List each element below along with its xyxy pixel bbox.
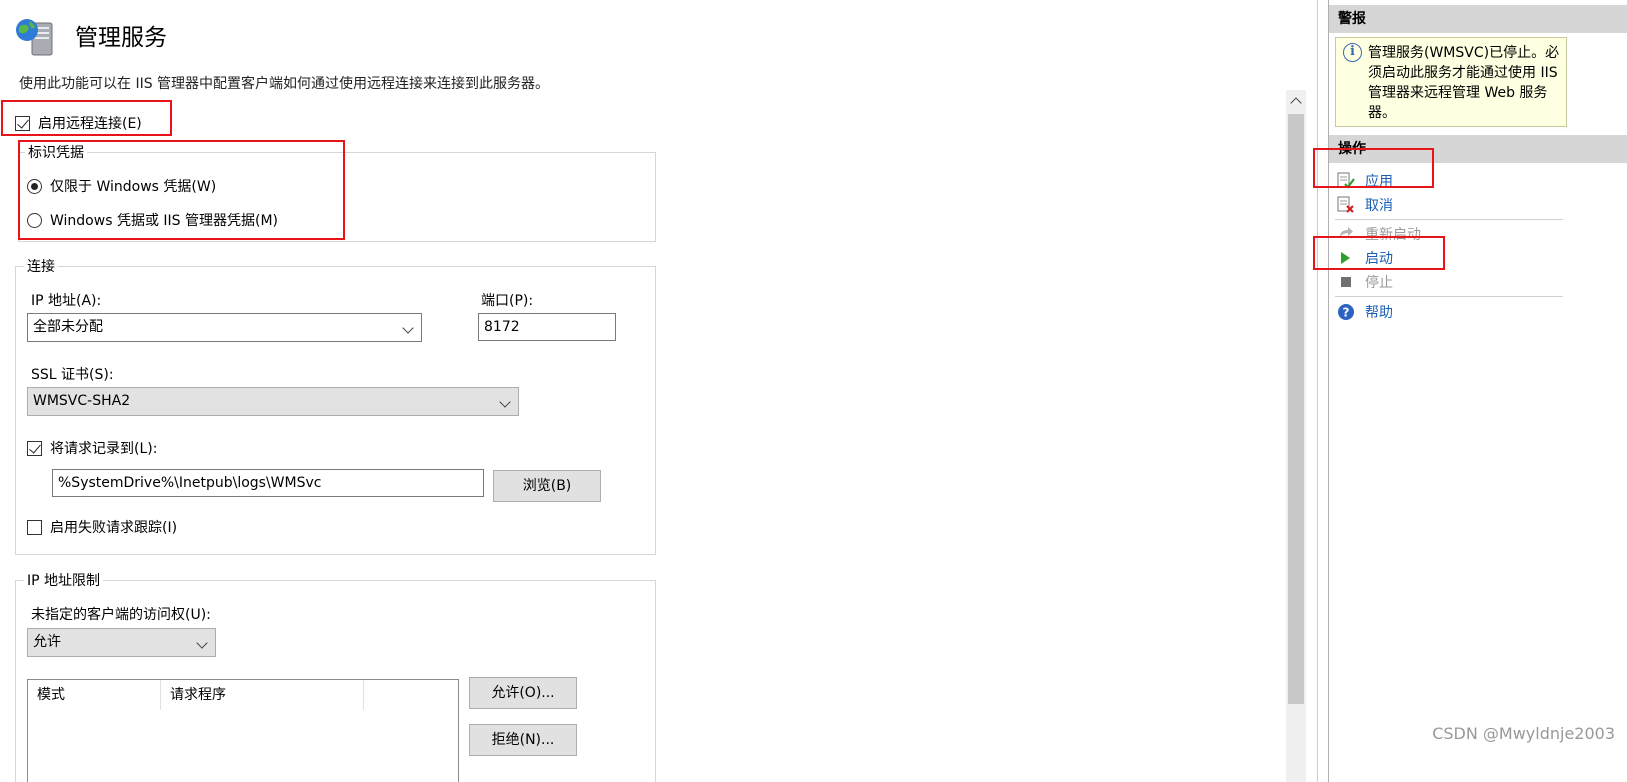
chevron-down-icon (499, 396, 511, 408)
actions-panel: 警报 i 管理服务(WMSVC)已停止。必须启动此服务才能通过使用 IIS 管理… (1328, 0, 1627, 782)
action-cancel[interactable]: 取消 (1337, 194, 1393, 216)
ip-restriction-legend: IP 地址限制 (24, 570, 104, 590)
action-help[interactable]: ? 帮助 (1337, 301, 1393, 323)
restart-icon (1340, 227, 1353, 237)
separator (1335, 296, 1563, 297)
ssl-cert-label: SSL 证书(S): (31, 367, 114, 383)
radio-windows-or-iis-label: Windows 凭据或 IIS 管理器凭据(M) (50, 213, 278, 229)
action-restart-label: 重新启动 (1365, 227, 1421, 243)
action-apply-label: 应用 (1365, 174, 1393, 190)
svg-text:?: ? (1343, 306, 1350, 320)
stop-icon (1341, 277, 1351, 287)
ssl-cert-value: WMSVC-SHA2 (33, 393, 131, 409)
ip-address-select[interactable]: 全部未分配 (27, 313, 422, 342)
action-restart[interactable]: 重新启动 (1337, 223, 1421, 245)
action-start-label: 启动 (1365, 251, 1393, 267)
ssl-cert-select[interactable]: WMSVC-SHA2 (27, 387, 519, 416)
allow-button[interactable]: 允许(O)... (469, 677, 577, 709)
failed-trace-checkbox[interactable] (27, 519, 42, 535)
access-label: 未指定的客户端的访问权(U): (31, 607, 211, 623)
log-path-input[interactable]: %SystemDrive%\Inetpub\logs\WMSvc (52, 469, 484, 497)
cancel-icon (1337, 196, 1354, 213)
separator (1335, 219, 1563, 220)
help-icon: ? (1338, 304, 1354, 320)
main-content: 管理服务 使用此功能可以在 IIS 管理器中配置客户端如何通过使用远程连接来连接… (0, 0, 1318, 782)
chevron-down-icon (196, 637, 208, 649)
enable-remote-checkbox-row[interactable]: 启用远程连接(E) (15, 113, 142, 133)
deny-button[interactable]: 拒绝(N)... (469, 724, 577, 756)
server-globe-icon (16, 19, 53, 56)
browse-button[interactable]: 浏览(B) (493, 470, 601, 502)
column-header-mode[interactable]: 模式 (28, 680, 161, 710)
radio-windows-only[interactable]: 仅限于 Windows 凭据(W) (27, 176, 216, 196)
apply-icon (1337, 172, 1355, 189)
action-stop[interactable]: 停止 (1337, 271, 1393, 293)
access-value: 允许 (33, 634, 61, 650)
alert-box: i 管理服务(WMSVC)已停止。必须启动此服务才能通过使用 IIS 管理器来远… (1335, 37, 1567, 127)
enable-remote-checkbox[interactable] (15, 115, 30, 131)
radio-windows-or-iis[interactable]: Windows 凭据或 IIS 管理器凭据(M) (27, 210, 278, 230)
radio-windows-only-label: 仅限于 Windows 凭据(W) (50, 179, 217, 195)
port-input[interactable]: 8172 (478, 313, 616, 341)
log-requests-checkbox[interactable] (27, 440, 42, 456)
play-icon (1341, 252, 1350, 264)
action-help-label: 帮助 (1365, 305, 1393, 321)
connection-legend: 连接 (24, 256, 58, 276)
page-title: 管理服务 (75, 25, 167, 51)
radio-windows-or-iis-button[interactable] (27, 212, 42, 228)
log-requests-label: 将请求记录到(L): (50, 441, 158, 457)
action-cancel-label: 取消 (1365, 198, 1393, 214)
ip-address-label: IP 地址(A): (31, 293, 102, 309)
failed-trace-row[interactable]: 启用失败请求跟踪(I) (27, 517, 177, 537)
column-header-requester[interactable]: 请求程序 (161, 680, 364, 710)
scrollbar-thumb[interactable] (1288, 114, 1304, 704)
failed-trace-label: 启用失败请求跟踪(I) (50, 520, 178, 536)
credentials-legend: 标识凭据 (25, 142, 87, 162)
page-description: 使用此功能可以在 IIS 管理器中配置客户端如何通过使用远程连接来连接到此服务器… (19, 76, 550, 92)
ip-restriction-table[interactable]: 模式 请求程序 (27, 679, 459, 782)
alert-text: 管理服务(WMSVC)已停止。必须启动此服务才能通过使用 IIS 管理器来远程管… (1368, 45, 1560, 121)
watermark: CSDN @Mwyldnje2003 (1432, 724, 1615, 743)
info-icon: i (1343, 43, 1362, 62)
actions-header: 操作 (1329, 135, 1627, 163)
chevron-down-icon (402, 322, 414, 334)
radio-windows-only-button[interactable] (27, 178, 42, 194)
alerts-header: 警报 (1329, 5, 1627, 33)
access-select[interactable]: 允许 (27, 628, 216, 657)
enable-remote-label: 启用远程连接(E) (38, 116, 142, 132)
action-stop-label: 停止 (1365, 275, 1393, 291)
scroll-up-arrow-icon[interactable] (1286, 90, 1306, 114)
action-apply[interactable]: 应用 (1337, 170, 1393, 192)
action-start[interactable]: 启动 (1337, 247, 1393, 269)
port-label: 端口(P): (481, 293, 534, 309)
log-requests-row[interactable]: 将请求记录到(L): (27, 438, 157, 458)
ip-address-value: 全部未分配 (33, 319, 103, 335)
